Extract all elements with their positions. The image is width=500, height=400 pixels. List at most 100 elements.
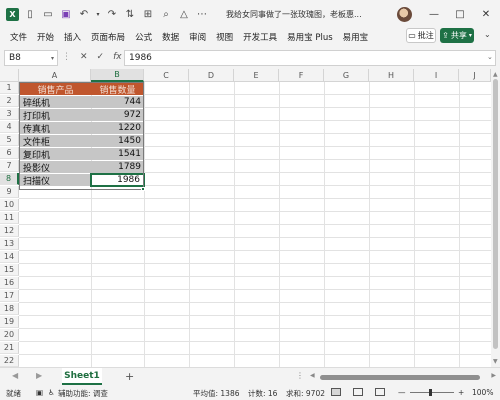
minimize-button[interactable]: — [426, 6, 442, 22]
insert-function-icon[interactable]: fx [113, 52, 122, 62]
table-cell-product[interactable]: 传真机 [20, 122, 91, 135]
scroll-left-icon[interactable]: ◀ [310, 372, 315, 379]
scroll-right-icon[interactable]: ▶ [491, 372, 496, 379]
add-sheet-button[interactable]: + [125, 370, 134, 383]
row-header[interactable]: 16 [0, 277, 19, 289]
new-file-icon[interactable]: ▯ [23, 7, 37, 21]
column-header-c[interactable]: C [144, 69, 189, 82]
row-header[interactable]: 14 [0, 251, 19, 263]
select-all-corner[interactable] [0, 69, 19, 82]
table-cell-quantity[interactable]: 1450 [91, 135, 144, 147]
tab-home[interactable]: 开始 [32, 31, 59, 43]
row-header[interactable]: 17 [0, 290, 19, 302]
horizontal-scroll-thumb[interactable] [320, 375, 480, 380]
column-header-f[interactable]: F [279, 69, 324, 82]
tab-view[interactable]: 视图 [211, 31, 238, 43]
formula-input[interactable]: 1986 [124, 50, 496, 66]
sort-icon[interactable]: ⇅ [123, 7, 137, 21]
row-header[interactable]: 3 [0, 108, 19, 120]
tab-review[interactable]: 审阅 [184, 31, 211, 43]
expand-ribbon-icon[interactable]: ⌄ [484, 30, 491, 39]
zoom-slider[interactable] [410, 392, 454, 393]
tab-page-layout[interactable]: 页面布局 [86, 31, 130, 43]
tab-insert[interactable]: 插入 [59, 31, 86, 43]
table-cell-quantity[interactable]: 744 [91, 96, 144, 108]
undo-dropdown-icon[interactable]: ▾ [95, 7, 101, 21]
horizontal-scrollbar[interactable]: ◀ ▶ [310, 372, 496, 380]
accessibility-status[interactable]: 辅助功能: 调查 [58, 388, 108, 399]
table-cell-product[interactable]: 复印机 [20, 148, 91, 161]
border-icon[interactable]: ⊞ [141, 7, 155, 21]
table-cell-quantity[interactable]: 1541 [91, 148, 144, 160]
page-break-view-icon[interactable] [375, 388, 385, 396]
normal-view-icon[interactable] [331, 388, 341, 396]
sheet-tab-sheet1[interactable]: Sheet1 [62, 368, 102, 385]
tab-data[interactable]: 数据 [157, 31, 184, 43]
active-cell[interactable]: 1986 [90, 173, 145, 187]
cancel-icon[interactable]: ✕ [80, 52, 88, 62]
maximize-button[interactable]: □ [452, 6, 468, 22]
more-icon[interactable]: ⋯ [195, 7, 209, 21]
table-header-cell[interactable]: 销售产品 [20, 83, 91, 96]
column-header-b[interactable]: B [91, 69, 144, 82]
zoom-out-button[interactable]: — [398, 388, 406, 397]
confirm-icon[interactable]: ✓ [97, 52, 105, 62]
row-header[interactable]: 20 [0, 329, 19, 341]
tab-file[interactable]: 文件 [0, 31, 32, 43]
row-header[interactable]: 21 [0, 342, 19, 354]
column-header-a[interactable]: A [19, 69, 91, 82]
row-header[interactable]: 22 [0, 355, 19, 367]
row-header[interactable]: 13 [0, 238, 19, 250]
table-cell-product[interactable]: 打印机 [20, 109, 91, 122]
comment-button[interactable]: ▭ 批注 [406, 28, 436, 43]
page-layout-view-icon[interactable] [353, 388, 363, 396]
column-header-j[interactable]: J [459, 69, 491, 82]
row-header[interactable]: 1 [0, 82, 19, 94]
table-cell-quantity[interactable]: 1220 [91, 122, 144, 134]
close-button[interactable]: ✕ [478, 6, 494, 22]
table-cell-quantity[interactable]: 1789 [91, 161, 144, 173]
row-header[interactable]: 10 [0, 199, 19, 211]
tab-formulas[interactable]: 公式 [130, 31, 157, 43]
row-header[interactable]: 15 [0, 264, 19, 276]
expand-formula-bar-icon[interactable]: ⌄ [487, 53, 493, 61]
vertical-scrollbar[interactable]: ▲ ▼ [491, 69, 500, 367]
share-button[interactable]: ⇪ 共享 ▾ [440, 28, 474, 43]
table-cell-product[interactable]: 投影仪 [20, 161, 91, 174]
status-sum[interactable]: 求和: 9702 [286, 388, 325, 399]
fill-handle[interactable] [141, 187, 145, 191]
shapes-icon[interactable]: △ [177, 7, 191, 21]
open-folder-icon[interactable]: ▭ [41, 7, 55, 21]
column-header-g[interactable]: G [324, 69, 369, 82]
tab-yiyongbao-plus[interactable]: 易用宝 Plus [282, 31, 338, 43]
column-header-d[interactable]: D [189, 69, 234, 82]
row-header-selected[interactable]: 8 [0, 173, 19, 185]
row-header[interactable]: 9 [0, 186, 19, 198]
undo-icon[interactable]: ↶ [77, 7, 91, 21]
row-header[interactable]: 2 [0, 95, 19, 107]
row-header[interactable]: 5 [0, 134, 19, 146]
more-options-icon[interactable]: ⋮ [62, 52, 71, 62]
column-header-h[interactable]: H [369, 69, 414, 82]
status-count[interactable]: 计数: 16 [248, 388, 277, 399]
column-header-e[interactable]: E [234, 69, 279, 82]
name-box[interactable]: B8 ▾ [4, 50, 58, 66]
status-average[interactable]: 平均值: 1386 [193, 388, 240, 399]
avatar[interactable] [397, 7, 412, 22]
table-header-cell[interactable]: 销售数量 [91, 83, 144, 96]
table-cell-quantity[interactable]: 972 [91, 109, 144, 121]
tab-yiyongbao[interactable]: 易用宝 [338, 31, 374, 43]
row-header[interactable]: 12 [0, 225, 19, 237]
save-icon[interactable]: ▣ [59, 7, 73, 21]
scroll-down-icon[interactable]: ▼ [493, 358, 498, 365]
column-header-i[interactable]: I [414, 69, 459, 82]
row-header[interactable]: 7 [0, 160, 19, 172]
row-header[interactable]: 18 [0, 303, 19, 315]
zoom-level[interactable]: 100% [472, 388, 493, 397]
more-options-icon[interactable]: ⋮ [296, 371, 304, 380]
table-cell-product[interactable]: 碎纸机 [20, 96, 91, 109]
scroll-up-icon[interactable]: ▲ [493, 71, 498, 78]
vertical-scroll-thumb[interactable] [493, 79, 498, 349]
search-icon[interactable]: ⌕ [159, 7, 173, 21]
next-sheet-icon[interactable]: ▶ [36, 371, 42, 380]
